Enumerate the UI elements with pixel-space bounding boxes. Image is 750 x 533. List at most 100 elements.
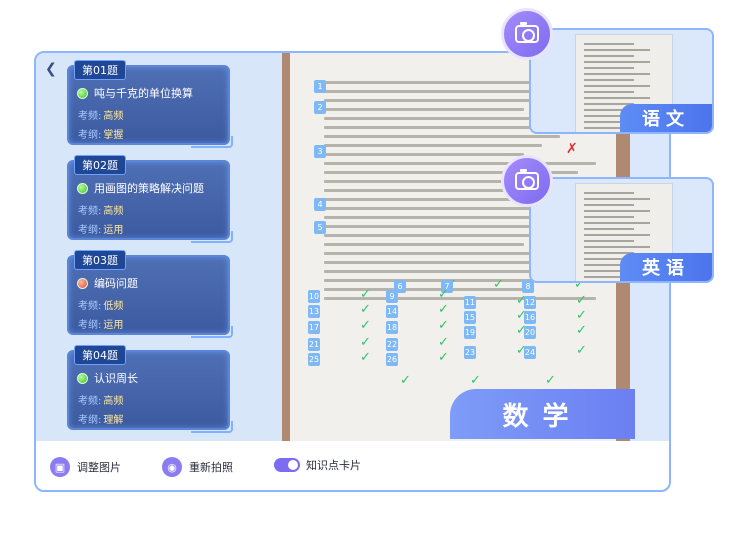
printed-text-line [584, 228, 634, 230]
printed-text-line [584, 246, 650, 248]
question-card[interactable]: 第02题 用画图的策略解决问题 考频: 高频 考纲: 运用 [67, 155, 233, 243]
check-mark-icon: ✓ [400, 373, 411, 388]
printed-text-line [324, 198, 524, 201]
printed-text-line [324, 270, 560, 273]
status-dot-icon [77, 372, 88, 384]
question-number-badge[interactable]: 3 [314, 145, 326, 158]
question-title: 吨与千克的单位换算 [77, 85, 193, 101]
printed-text-line [584, 49, 650, 51]
question-card[interactable]: 第01题 吨与千克的单位换算 考频: 高频 考纲: 掌握 [67, 60, 233, 148]
question-number-badge[interactable]: 22 [386, 338, 398, 351]
check-mark-icon: ✓ [576, 293, 587, 308]
question-number-badge[interactable]: 26 [386, 353, 398, 366]
question-number-badge[interactable]: 13 [308, 305, 320, 318]
printed-text-line [584, 43, 634, 45]
check-mark-icon: ✓ [576, 323, 587, 338]
question-number-badge[interactable]: 2 [314, 101, 326, 114]
question-number-badge[interactable]: 9 [386, 290, 398, 303]
frequency-value: 低频 [103, 301, 124, 312]
syllabus-row: 考纲: 运用 [78, 316, 123, 331]
question-number-badge[interactable]: 18 [386, 321, 398, 334]
question-number-tag: 第01题 [74, 60, 126, 80]
status-dot-icon [77, 87, 88, 99]
adjust-image-button[interactable]: ▣ 调整图片 [50, 457, 121, 477]
syllabus-value: 运用 [103, 225, 124, 236]
question-number-badge[interactable]: 11 [464, 296, 476, 309]
question-number-badge[interactable]: 14 [386, 305, 398, 318]
question-number-badge[interactable]: 23 [464, 346, 476, 359]
question-number-badge[interactable]: 25 [308, 353, 320, 366]
printed-text-line [584, 73, 650, 75]
printed-text-line [584, 55, 634, 57]
printed-text-line [584, 97, 650, 99]
frequency-row: 考频: 高频 [78, 107, 123, 122]
question-number-badge[interactable]: 20 [524, 326, 536, 339]
back-icon[interactable]: ❮ [45, 61, 57, 77]
printed-text-line [584, 210, 650, 212]
printed-text-line [584, 234, 650, 236]
syllabus-value: 运用 [103, 320, 124, 331]
syllabus-value: 理解 [103, 415, 124, 426]
knowledge-card-toggle[interactable]: 知识点卡片 [274, 457, 361, 473]
question-title-text: 用画图的策略解决问题 [94, 182, 204, 195]
check-mark-icon: ✓ [576, 343, 587, 358]
question-number-badge[interactable]: 19 [464, 326, 476, 339]
check-mark-icon: ✓ [493, 277, 504, 292]
camera-icon [515, 169, 539, 190]
camera-icon [515, 22, 539, 43]
syllabus-label: 考纲: [78, 415, 102, 426]
printed-text-line [324, 153, 524, 156]
subject-label-chinese: 语文 [620, 104, 712, 132]
frequency-value: 高频 [103, 111, 124, 122]
question-title-text: 认识周长 [94, 372, 138, 385]
status-dot-icon [77, 277, 88, 289]
printed-text-line [584, 85, 650, 87]
subject-tab-math[interactable]: 数学 [450, 389, 635, 439]
camera-button-chinese[interactable] [501, 8, 553, 60]
question-number-badge[interactable]: 5 [314, 221, 326, 234]
frequency-value: 高频 [103, 396, 124, 407]
question-number-badge[interactable]: 21 [308, 338, 320, 351]
question-number-badge[interactable]: 24 [524, 346, 536, 359]
frequency-value: 高频 [103, 206, 124, 217]
question-number-badge[interactable]: 15 [464, 311, 476, 324]
question-card[interactable]: 第03题 编码问题 考频: 低频 考纲: 运用 [67, 250, 233, 338]
check-mark-icon: ✓ [438, 350, 449, 365]
printed-text-line [584, 61, 650, 63]
printed-text-line [584, 198, 650, 200]
question-card[interactable]: 第04题 认识周长 考频: 高频 考纲: 理解 [67, 345, 233, 433]
check-mark-icon: ✓ [438, 302, 449, 317]
subject-card-chinese[interactable]: 语文 [529, 28, 714, 134]
crop-icon: ▣ [50, 457, 70, 477]
question-title-text: 编码问题 [94, 277, 138, 290]
check-mark-icon: ✓ [438, 335, 449, 350]
question-number-badge[interactable]: 10 [308, 290, 320, 303]
frequency-row: 考频: 高频 [78, 392, 123, 407]
subject-card-english[interactable]: 英语 [529, 177, 714, 283]
retake-photo-button[interactable]: ◉ 重新拍照 [162, 457, 233, 477]
toggle-switch[interactable] [274, 458, 300, 472]
question-number-badge[interactable]: 1 [314, 80, 326, 93]
bottom-toolbar: ▣ 调整图片 ◉ 重新拍照 知识点卡片 [36, 441, 669, 490]
printed-text-line [584, 67, 634, 69]
printed-text-line [584, 240, 634, 242]
question-list-panel: ❮ 第01题 吨与千克的单位换算 考频: 高频 考纲: 掌握 第02题 用画图的策略… [36, 53, 282, 441]
question-number-tag: 第02题 [74, 155, 126, 175]
syllabus-value: 掌握 [103, 130, 124, 141]
camera-button-english[interactable] [501, 155, 553, 207]
status-dot-icon [77, 182, 88, 194]
printed-text-line [324, 243, 524, 246]
retake-photo-label: 重新拍照 [189, 461, 233, 474]
printed-text-line [584, 222, 650, 224]
question-number-badge[interactable]: 4 [314, 198, 326, 211]
question-title-text: 吨与千克的单位换算 [94, 87, 193, 100]
question-number-badge[interactable]: 17 [308, 321, 320, 334]
check-mark-icon: ✓ [360, 302, 371, 317]
syllabus-label: 考纲: [78, 320, 102, 331]
frequency-row: 考频: 低频 [78, 297, 123, 312]
check-mark-icon: ✓ [360, 287, 371, 302]
printed-text-line [584, 216, 634, 218]
check-mark-icon: ✓ [360, 350, 371, 365]
adjust-image-label: 调整图片 [77, 461, 121, 474]
subject-label-english: 英语 [620, 253, 712, 281]
